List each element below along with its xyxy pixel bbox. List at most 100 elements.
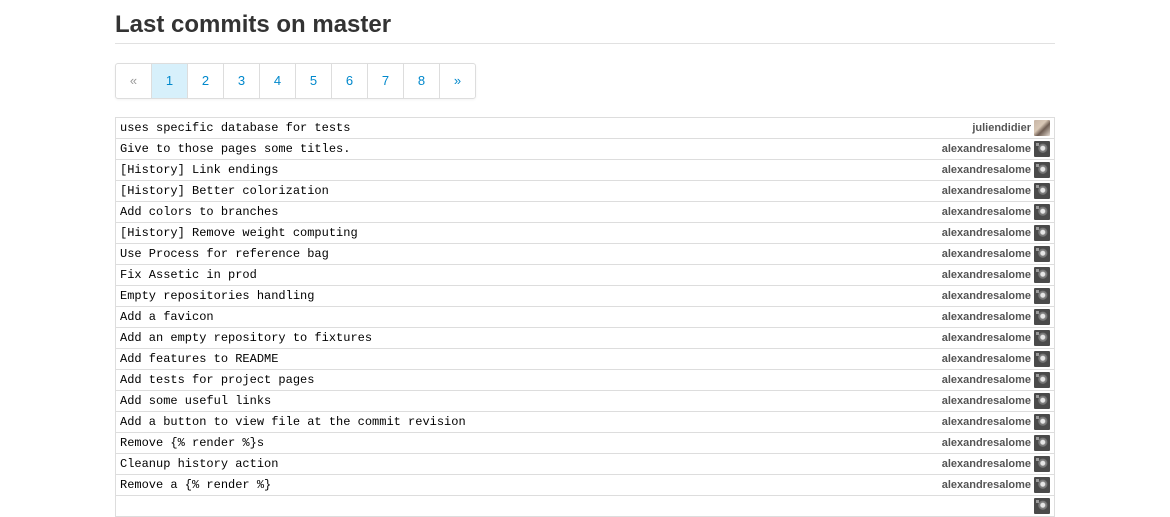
author-name: alexandresalome xyxy=(941,353,1031,365)
commit-author: alexandresalome xyxy=(942,393,1050,409)
author-name: alexandresalome xyxy=(941,143,1031,155)
avatar xyxy=(1034,435,1050,451)
commit-author: alexandresalome xyxy=(942,288,1050,304)
author-name: alexandresalome xyxy=(941,374,1031,386)
commit-message-link[interactable]: [History] Link endings xyxy=(120,163,278,177)
commit-message-link[interactable]: Add colors to branches xyxy=(120,205,278,219)
author-name: alexandresalome xyxy=(941,164,1031,176)
commit-row: Add a favicon alexandresalome xyxy=(116,307,1054,328)
commit-row: Remove {% render %}s alexandresalome xyxy=(116,433,1054,454)
avatar xyxy=(1034,204,1050,220)
commit-author: alexandresalome xyxy=(942,267,1050,283)
commit-author: juliendidier xyxy=(972,120,1050,136)
avatar xyxy=(1034,225,1050,241)
commit-message-link[interactable]: Remove a {% render %} xyxy=(120,478,271,492)
commit-author: alexandresalome xyxy=(942,435,1050,451)
author-name: alexandresalome xyxy=(941,185,1031,197)
commit-row: Add some useful links alexandresalome xyxy=(116,391,1054,412)
avatar xyxy=(1034,414,1050,430)
commit-message-link[interactable]: Cleanup history action xyxy=(120,457,278,471)
pagination-prev: « xyxy=(129,73,138,88)
commit-author: alexandresalome xyxy=(942,309,1050,325)
pagination-page-6[interactable]: 6 xyxy=(331,64,367,98)
avatar xyxy=(1034,141,1050,157)
avatar xyxy=(1034,267,1050,283)
commit-message-link[interactable]: Add tests for project pages xyxy=(120,373,314,387)
author-name: alexandresalome xyxy=(941,395,1031,407)
pagination-next[interactable]: » xyxy=(439,64,475,98)
commit-author xyxy=(1031,498,1050,514)
commit-author: alexandresalome xyxy=(942,162,1050,178)
commit-message-link[interactable]: Use Process for reference bag xyxy=(120,247,329,261)
commit-message-link[interactable]: Give to those pages some titles. xyxy=(120,142,350,156)
avatar xyxy=(1034,351,1050,367)
commit-message-link[interactable]: Add some useful links xyxy=(120,394,271,408)
commit-message-link[interactable]: [History] Remove weight computing xyxy=(120,226,358,240)
pagination-page-2[interactable]: 2 xyxy=(187,64,223,98)
commit-row: Empty repositories handling alexandresalo… xyxy=(116,286,1054,307)
author-name: alexandresalome xyxy=(941,248,1031,260)
commit-row: Cleanup history action alexandresalome xyxy=(116,454,1054,475)
avatar xyxy=(1034,183,1050,199)
commit-row: Use Process for reference bag alexandresa… xyxy=(116,244,1054,265)
commit-author: alexandresalome xyxy=(942,372,1050,388)
commit-row: [History] Better colorization alexandresa… xyxy=(116,181,1054,202)
avatar xyxy=(1034,309,1050,325)
commit-row: Fix Assetic in prod alexandresalome xyxy=(116,265,1054,286)
commit-message-link[interactable]: [History] Better colorization xyxy=(120,184,329,198)
author-name: alexandresalome xyxy=(941,227,1031,239)
avatar xyxy=(1034,477,1050,493)
commit-author: alexandresalome xyxy=(942,204,1050,220)
pagination-page-8[interactable]: 8 xyxy=(403,64,439,98)
commit-message-link[interactable]: Add an empty repository to fixtures xyxy=(120,331,372,345)
commit-row xyxy=(116,496,1054,517)
commit-message-link[interactable]: uses specific database for tests xyxy=(120,121,350,135)
commit-author: alexandresalome xyxy=(942,246,1050,262)
author-name: alexandresalome xyxy=(941,206,1031,218)
pagination-page-3[interactable]: 3 xyxy=(223,64,259,98)
avatar xyxy=(1034,246,1050,262)
commit-author: alexandresalome xyxy=(942,183,1050,199)
commit-message-link[interactable]: Remove {% render %}s xyxy=(120,436,264,450)
commits-page: Last commits on master « 1 2 3 4 5 6 7 8… xyxy=(115,0,1055,517)
commit-row: [History] Link endings alexandresalome xyxy=(116,160,1054,181)
commit-message-link[interactable]: Fix Assetic in prod xyxy=(120,268,257,282)
avatar xyxy=(1034,162,1050,178)
avatar xyxy=(1034,393,1050,409)
avatar xyxy=(1034,120,1050,136)
avatar xyxy=(1034,372,1050,388)
commit-row: Give to those pages some titles. alexandr… xyxy=(116,139,1054,160)
commit-author: alexandresalome xyxy=(942,141,1050,157)
commit-row: Add an empty repository to fixtures alexa… xyxy=(116,328,1054,349)
commit-message-link[interactable]: Add a button to view file at the commit … xyxy=(120,415,466,429)
commit-message-link[interactable]: Empty repositories handling xyxy=(120,289,314,303)
pagination: « 1 2 3 4 5 6 7 8 » xyxy=(115,63,476,99)
author-name: alexandresalome xyxy=(941,479,1031,491)
commit-row: [History] Remove weight computing alexand… xyxy=(116,223,1054,244)
author-name: alexandresalome xyxy=(941,311,1031,323)
commit-message-link[interactable]: Add features to README xyxy=(120,352,278,366)
page-title: Last commits on master xyxy=(115,0,1055,44)
pagination-page-4[interactable]: 4 xyxy=(259,64,295,98)
author-name: alexandresalome xyxy=(941,437,1031,449)
avatar xyxy=(1034,330,1050,346)
author-name: alexandresalome xyxy=(941,332,1031,344)
pagination-page-5[interactable]: 5 xyxy=(295,64,331,98)
author-name: alexandresalome xyxy=(941,458,1031,470)
avatar xyxy=(1034,498,1050,514)
avatar xyxy=(1034,456,1050,472)
commit-row: Add colors to branches alexandresalome xyxy=(116,202,1054,223)
avatar xyxy=(1034,288,1050,304)
commit-row: Add features to README alexandresalome xyxy=(116,349,1054,370)
author-name: alexandresalome xyxy=(941,269,1031,281)
author-name: alexandresalome xyxy=(941,290,1031,302)
author-name: alexandresalome xyxy=(941,416,1031,428)
pagination-page-1[interactable]: 1 xyxy=(151,64,187,98)
commit-row: Add a button to view file at the commit … xyxy=(116,412,1054,433)
commit-author: alexandresalome xyxy=(942,456,1050,472)
commit-list: uses specific database for tests juliendi… xyxy=(115,117,1055,517)
pagination-page-7[interactable]: 7 xyxy=(367,64,403,98)
commit-row: Remove a {% render %} alexandresalome xyxy=(116,475,1054,496)
commit-row: Add tests for project pages alexandresalo… xyxy=(116,370,1054,391)
commit-message-link[interactable]: Add a favicon xyxy=(120,310,214,324)
